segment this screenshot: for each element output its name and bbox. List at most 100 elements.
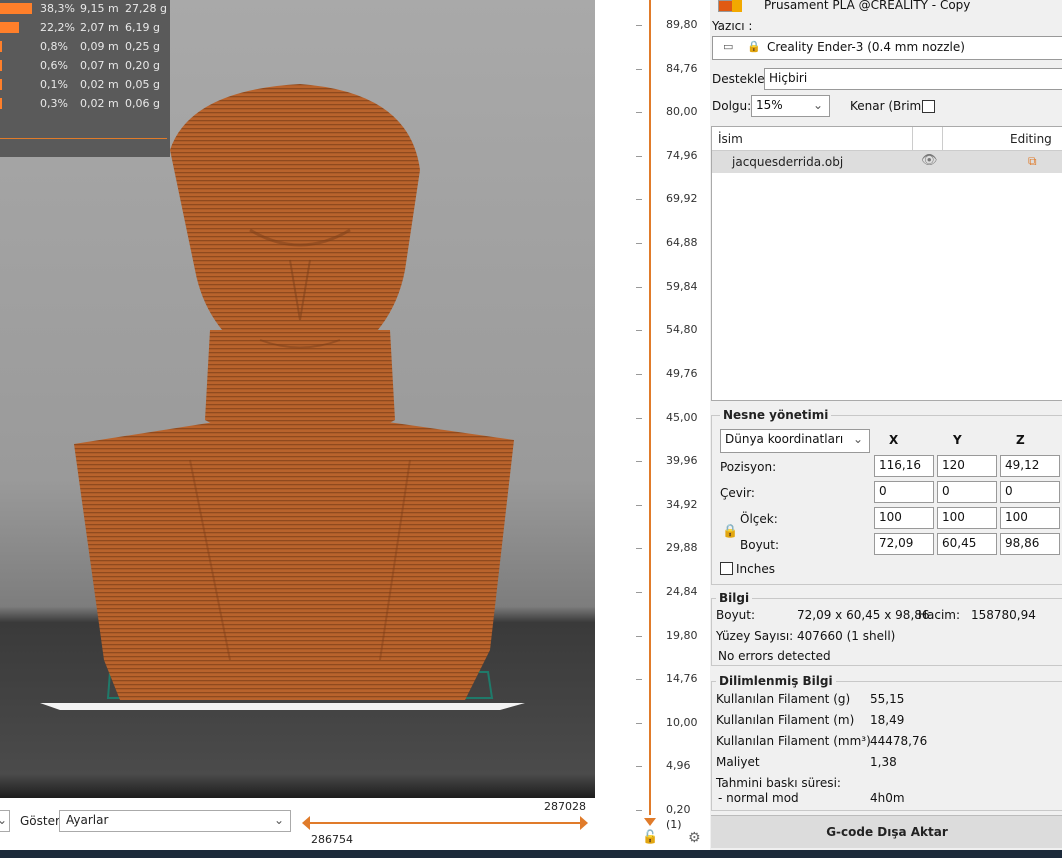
normal-mode-time: 4h0m (870, 791, 905, 805)
filament-stat-length: 2,07 m (80, 21, 119, 34)
unlock-icon[interactable]: 🔓 (642, 830, 658, 845)
sliced-info-label: Maliyet (716, 755, 760, 769)
infill-select[interactable]: 15% ⌄ (751, 95, 830, 117)
show-options-combo[interactable]: Ayarlar ⌄ (59, 810, 291, 832)
object-name: jacquesderrida.obj (732, 155, 844, 169)
brim-checkbox[interactable] (922, 100, 935, 113)
tick-mark (636, 679, 642, 681)
manip-row-label: Çevir: (720, 486, 755, 500)
slider-thumb-icon (644, 818, 656, 826)
export-gcode-button[interactable]: G-code Dışa Aktar (711, 815, 1062, 848)
manip-row-label: Pozisyon: (720, 460, 777, 474)
manip-x-input[interactable]: 72,09 (874, 533, 934, 555)
3d-preview-viewport[interactable]: 38,3% 9,15 m 27,28 g 22,2% 2,07 m 6,19 g 0,8% 0… (0, 0, 595, 798)
object-list: İsim Editing jacquesderrida.obj 👁 ⧉ (711, 126, 1062, 401)
scale-lock-icon[interactable]: 🔒 (722, 524, 738, 539)
layer-height-tick: 14,76 (666, 672, 698, 686)
horizontal-layer-slider[interactable] (300, 813, 590, 833)
axis-x-header: X (889, 433, 899, 447)
sliced-info-label: Kullanılan Filament (m) (716, 713, 855, 727)
layer-height-tick: 19,80 (666, 628, 698, 642)
chevron-down-icon: ⌄ (852, 432, 863, 446)
manip-y-input[interactable]: 120 (937, 455, 997, 477)
manip-row-label: Boyut: (740, 538, 780, 552)
layer-height-tick: 84,76 (666, 61, 698, 75)
manip-z-input[interactable]: 0 (1000, 481, 1060, 503)
print-time-label: Tahmini baskı süresi: (716, 776, 841, 790)
filament-preset-name: Prusament PLA @CREALITY - Copy (764, 0, 971, 12)
filament-stat-swatch (0, 22, 19, 33)
edit-object-icon[interactable]: ⧉ (1028, 154, 1037, 169)
supports-select[interactable]: Hiçbiri (764, 68, 1062, 90)
filament-stat-length: 9,15 m (80, 2, 119, 15)
manip-x-input[interactable]: 116,16 (874, 455, 934, 477)
printer-select[interactable]: ▭ 🔒 Creality Ender-3 (0.4 mm nozzle) (712, 36, 1062, 60)
manip-x-input[interactable]: 100 (874, 507, 934, 529)
layer-height-tick: 74,96 (666, 148, 698, 162)
info-facets-value: 407660 (1 shell) (797, 629, 896, 643)
h-slider-lower-value: 286754 (311, 833, 353, 846)
filament-stat-row: 0,8% 0,09 m 0,25 g (0, 38, 170, 57)
sliced-info-label: Kullanılan Filament (mm³) (716, 734, 871, 748)
manip-x-input[interactable]: 0 (874, 481, 934, 503)
legend-divider (0, 138, 167, 139)
tick-mark (636, 591, 642, 593)
inches-checkbox[interactable] (720, 562, 733, 575)
printer-icon: ▭ (723, 40, 734, 53)
manip-y-input[interactable]: 60,45 (937, 533, 997, 555)
tick-mark (636, 68, 642, 70)
left-arrow-icon (302, 816, 310, 830)
view-type-combo[interactable]: ⌄ (0, 810, 10, 832)
layer-height-tick: 89,80 (666, 18, 698, 31)
tick-mark (636, 417, 642, 419)
brim-label: Kenar (Brim): (850, 99, 930, 113)
coordinate-mode-select[interactable]: Dünya koordinatları ⌄ (720, 429, 870, 453)
object-row[interactable]: jacquesderrida.obj 👁 ⧉ (712, 151, 1062, 173)
right-sidebar: Prusament PLA @CREALITY - Copy Yazıcı : … (710, 0, 1062, 850)
manip-row-label: Ölçek: (740, 512, 778, 526)
infill-value: 15% (756, 98, 783, 112)
h-slider-upper-value: 287028 (544, 800, 586, 813)
tick-mark (636, 286, 642, 288)
sliced-info-value: 1,38 (870, 755, 897, 769)
filament-stat-length: 0,02 m (80, 97, 119, 110)
info-size-label: Boyut: (716, 608, 756, 622)
tick-mark (636, 504, 642, 506)
layer-height-tick: 49,76 (666, 366, 698, 380)
column-editing-header[interactable]: Editing (1010, 132, 1052, 146)
inches-label: Inches (736, 562, 775, 576)
filament-stat-length: 0,07 m (80, 59, 119, 72)
object-list-header: İsim Editing (712, 127, 1062, 151)
filament-stat-percent: 0,8% (40, 40, 68, 53)
eye-icon[interactable]: 👁 (921, 153, 938, 168)
bed-shadow (40, 703, 525, 710)
info-title: Bilgi (716, 591, 753, 605)
bottom-toolbar: ⌄ Göster Ayarlar ⌄ 287028 286754 (0, 798, 640, 850)
filament-stat-row: 0,1% 0,02 m 0,05 g (0, 76, 170, 95)
manip-z-input[interactable]: 49,12 (1000, 455, 1060, 477)
supports-value: Hiçbiri (769, 71, 808, 85)
manip-z-input[interactable]: 98,86 (1000, 533, 1060, 555)
layer-height-tick: 0,20 (666, 803, 691, 816)
gear-icon[interactable]: ⚙ (688, 830, 701, 846)
tick-mark (636, 243, 642, 245)
manip-y-input[interactable]: 100 (937, 507, 997, 529)
sliced-info-value: 44478,76 (870, 734, 928, 748)
info-errors: No errors detected (718, 649, 831, 663)
vertical-layer-slider[interactable]: 89,80 84,76 80,00 74,96 69,92 64,88 59,84 54,80… (598, 0, 710, 850)
right-arrow-icon (580, 816, 588, 830)
column-name-header[interactable]: İsim (718, 132, 743, 146)
layer-height-tick: 80,00 (666, 105, 698, 119)
manip-z-input[interactable]: 100 (1000, 507, 1060, 529)
chevron-down-icon: ⌄ (0, 813, 7, 827)
filament-stat-swatch (0, 98, 2, 109)
filament-stat-swatch (0, 79, 2, 90)
tick-mark (636, 635, 642, 637)
tick-mark (636, 810, 642, 811)
printer-value: Creality Ender-3 (0.4 mm nozzle) (767, 40, 965, 54)
export-gcode-label: G-code Dışa Aktar (826, 825, 948, 839)
manip-y-input[interactable]: 0 (937, 481, 997, 503)
filament-stat-percent: 0,3% (40, 97, 68, 110)
layer-height-tick: 45,00 (666, 410, 698, 424)
filament-stat-weight: 0,06 g (125, 97, 160, 110)
